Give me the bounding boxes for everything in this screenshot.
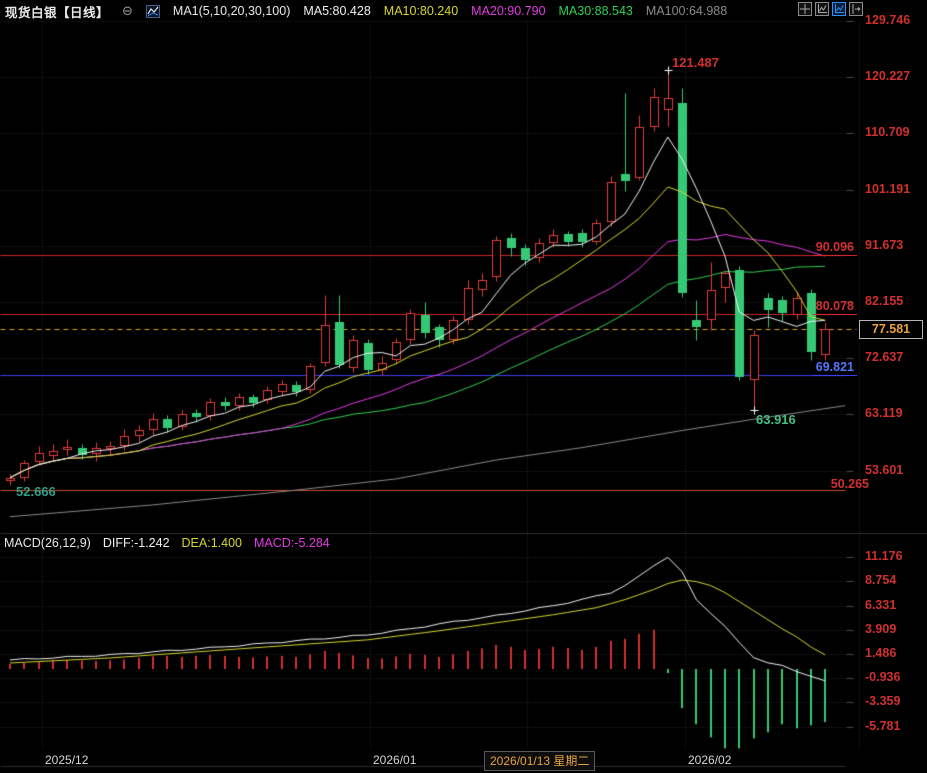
crosshair-move-button[interactable]: [798, 2, 812, 16]
left-low-annotation: 52.666: [16, 484, 56, 499]
price-axis-label: 82.155: [865, 294, 904, 308]
time-axis-label: 2025/12: [45, 753, 89, 767]
macd-header: MACD(26,12,9) DIFF:-1.242 DEA:1.400 MACD…: [4, 536, 330, 550]
collapse-icon[interactable]: ⊖: [122, 3, 133, 19]
last-price-box: 77.581: [859, 320, 923, 339]
macd-axis-label: 6.331: [865, 598, 897, 612]
ma-settings-label: MA1(5,10,20,30,100): [172, 4, 291, 18]
price-axis-label: 101.191: [865, 182, 911, 196]
price-axis-label: 110.709: [865, 125, 910, 139]
macd-axis-label: -3.359: [865, 694, 901, 708]
pane-shift-button[interactable]: [849, 2, 863, 16]
macd-axis-label: 3.909: [865, 622, 897, 636]
diff-value: DIFF:-1.242: [102, 536, 170, 550]
support-blue-label: 69.821: [812, 360, 857, 376]
mini-chart-icon: [145, 4, 160, 18]
time-axis-label: 2026/02: [688, 753, 732, 767]
macd-settings-label: MACD(26,12,9): [4, 536, 91, 550]
macd-axis-label: -5.781: [865, 719, 901, 733]
ma30-value: MA30:88.543: [558, 4, 633, 18]
ma20-value: MA20:90.790: [471, 4, 546, 18]
chart-header: 现货白银【日线】 ⊖ MA1(5,10,20,30,100) MA5:80.42…: [5, 2, 727, 20]
price-chart-canvas[interactable]: [0, 0, 927, 773]
macd-axis-label: 8.754: [865, 573, 897, 587]
price-axis-label: 129.746: [865, 13, 911, 27]
resistance-lower-label: 80.078: [812, 299, 857, 315]
ma5-value: MA5:80.428: [303, 4, 371, 18]
macd-axis-label: 11.176: [865, 549, 903, 563]
macd-axis-label: 1.486: [865, 646, 897, 660]
axis-scale-active-button[interactable]: [832, 2, 846, 16]
low-annotation: 63.916: [756, 412, 796, 427]
price-axis-label: 120.227: [865, 69, 911, 83]
macd-axis-label: -0.936: [865, 670, 901, 684]
price-axis-label: 91.673: [865, 238, 904, 252]
price-axis-label: 72.637: [865, 350, 904, 364]
trading-chart-window: 现货白银【日线】 ⊖ MA1(5,10,20,30,100) MA5:80.42…: [0, 0, 927, 773]
symbol-title: 现货白银【日线】: [5, 5, 110, 20]
chart-toolbar: [798, 2, 863, 16]
high-annotation: 121.487: [672, 55, 719, 70]
dea-value: DEA:1.400: [181, 536, 242, 550]
time-axis-label: 2026/01: [373, 753, 417, 767]
axis-scale-button[interactable]: [815, 2, 829, 16]
support-low-label: 50.265: [830, 477, 869, 491]
price-axis-label: 53.601: [865, 463, 904, 477]
ma10-value: MA10:80.240: [383, 4, 459, 18]
resistance-upper-label: 90.096: [812, 240, 857, 256]
price-axis-label: 63.119: [865, 406, 903, 420]
macd-value: MACD:-5.284: [254, 536, 330, 550]
ma100-value: MA100:64.988: [645, 4, 728, 18]
time-axis-label: 2026/01/13 星期二: [484, 751, 596, 771]
